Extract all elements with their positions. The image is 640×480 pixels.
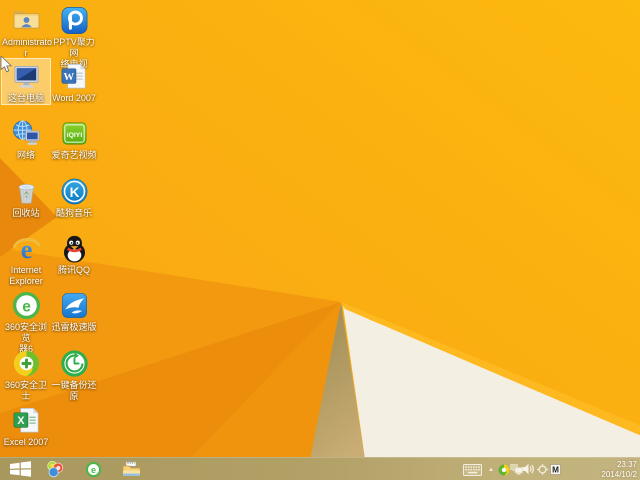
mouse-cursor xyxy=(0,56,13,73)
icon-label: Excel 2007 xyxy=(3,437,49,447)
360-browser-icon: e xyxy=(12,291,40,320)
svg-text:W: W xyxy=(63,72,74,83)
icon-label: 腾讯QQ xyxy=(57,265,90,275)
icon-label: 360安全卫士 xyxy=(4,380,48,401)
ie-icon: e xyxy=(12,235,41,264)
desktop-icon-iqiyi[interactable]: iQIYI 爱奇艺视频 xyxy=(50,116,98,161)
svg-text:iQIYI: iQIYI xyxy=(66,132,82,139)
desktop-icon-word-2007[interactable]: W Word 2007 xyxy=(50,59,98,104)
xunlei-bird-icon xyxy=(61,293,87,318)
iqiyi-icon: iQIYI xyxy=(62,122,86,145)
show-hidden-icons-chevron[interactable]: ▲ xyxy=(486,466,496,474)
utility-ring-icon[interactable] xyxy=(537,464,548,475)
desktop-icon-backup-restore[interactable]: 一键备份还原 xyxy=(50,346,98,402)
icon-label: 爱奇艺视频 xyxy=(51,150,97,160)
excel-icon: X xyxy=(13,408,38,433)
pptv-icon xyxy=(61,7,87,34)
360-safety-guard-icon xyxy=(13,350,39,377)
volume-icon[interactable] xyxy=(522,463,535,475)
icon-label: Word 2007 xyxy=(52,93,96,103)
taskbar-file-explorer[interactable] xyxy=(118,458,144,480)
backup-restore-clock-icon xyxy=(60,350,88,377)
360-browser-icon: e xyxy=(85,461,101,477)
network-icon xyxy=(12,120,39,145)
desktop-icon-recycle-bin[interactable]: 回收站 xyxy=(2,174,50,219)
svg-text:e: e xyxy=(90,464,95,474)
clock-time: 23:37 xyxy=(616,460,637,469)
desktop-icon-excel-2007[interactable]: X Excel 2007 xyxy=(2,403,50,448)
start-button[interactable] xyxy=(6,458,34,480)
icon-label: 回收站 xyxy=(12,208,40,218)
360-software-manager-icon xyxy=(47,461,64,478)
taskbar-360-software-manager[interactable] xyxy=(42,458,68,480)
windows-logo-icon xyxy=(9,461,31,477)
touch-keyboard-icon[interactable] xyxy=(462,463,482,476)
desktop-icon-360-browser[interactable]: e 360安全浏览 器6 xyxy=(2,288,50,355)
360-safety-tray-icon[interactable] xyxy=(497,463,510,476)
file-explorer-icon xyxy=(122,461,140,477)
desktop-icon-internet-explorer[interactable]: e Internet Explorer xyxy=(2,231,50,287)
icon-label: 一键备份还原 xyxy=(51,380,97,401)
windows-desktop: Administrato r PPTV聚力 网 络电视 这台电脑 W Word … xyxy=(0,0,640,480)
svg-text:K: K xyxy=(69,185,79,200)
svg-text:X: X xyxy=(17,415,24,427)
desktop-icon-kugou[interactable]: K 酷狗音乐 xyxy=(50,174,98,219)
taskbar-360-browser[interactable]: e xyxy=(80,458,106,480)
qq-penguin-icon xyxy=(63,235,85,263)
desktop-icon-360-safety-guard[interactable]: 360安全卫士 xyxy=(2,346,50,402)
taskbar-clock[interactable]: 23:37 2014/10/2 xyxy=(577,460,637,479)
ime-mode-letter: M xyxy=(552,465,559,474)
icon-label: 网络 xyxy=(16,150,35,160)
desktop-icon-network[interactable]: 网络 xyxy=(2,116,50,161)
ime-icon[interactable]: M xyxy=(550,464,561,475)
word-icon: W xyxy=(61,64,85,89)
desktop-icon-administrator[interactable]: Administrato r xyxy=(2,3,52,59)
recycle-bin-icon xyxy=(18,184,34,204)
user-folder-icon xyxy=(13,11,39,29)
kugou-icon: K xyxy=(61,178,87,205)
desktop-icon-xunlei[interactable]: 迅雷极速版 xyxy=(50,288,98,333)
icon-label: 酷狗音乐 xyxy=(55,208,92,218)
icon-label: 这台电脑 xyxy=(7,93,44,103)
clock-date: 2014/10/2 xyxy=(601,469,637,479)
icon-label: 迅雷极速版 xyxy=(51,322,97,332)
desktop-icon-qq[interactable]: 腾讯QQ xyxy=(50,231,98,276)
icon-label: Internet Explorer xyxy=(9,265,43,286)
taskbar: e ▲ M 23:37 2014/10/2 xyxy=(0,457,640,480)
svg-text:e: e xyxy=(22,298,31,315)
this-pc-icon xyxy=(14,65,38,88)
